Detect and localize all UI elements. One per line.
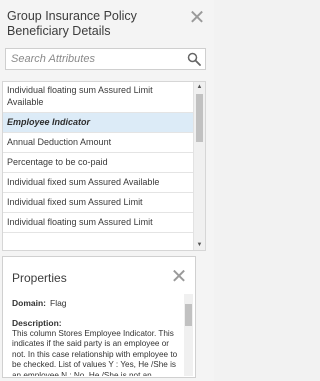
list-item[interactable]: Percentage to be co-paid — [3, 153, 194, 173]
list-item[interactable]: Individual floating sum Assured Limit Av… — [3, 82, 194, 113]
properties-title: Properties — [12, 271, 67, 285]
domain-row: Domain: Flag — [12, 298, 67, 308]
description-label: Description: — [12, 318, 62, 328]
list-item-selected[interactable]: Employee Indicator — [3, 113, 194, 133]
search-icon[interactable] — [187, 52, 201, 66]
list-item[interactable]: Individual floating sum Assured Limit — [3, 213, 194, 233]
scroll-up-icon[interactable]: ▲ — [194, 82, 205, 92]
description-text: This column Stores Employee Indicator. T… — [12, 329, 178, 376]
properties-body: Domain: Flag Description: This column Sto… — [4, 294, 194, 376]
close-icon[interactable]: ✕ — [187, 8, 207, 28]
list-item[interactable]: Individual fixed sum Assured Limit — [3, 193, 194, 213]
list-item[interactable]: Annual Deduction Amount — [3, 133, 194, 153]
properties-popup: Properties ✕ Domain: Flag Description: Th… — [2, 256, 196, 378]
attribute-list-items: Individual floating sum Assured Limit Av… — [3, 82, 194, 233]
search-input[interactable] — [6, 49, 179, 69]
list-scrollbar[interactable]: ▲ ▼ — [193, 82, 205, 250]
list-item[interactable]: Individual fixed sum Assured Available — [3, 173, 194, 193]
properties-close-icon[interactable]: ✕ — [170, 267, 188, 287]
domain-value: Flag — [50, 298, 67, 308]
scrollbar-thumb[interactable] — [196, 94, 203, 142]
panel-title: Group Insurance Policy Beneficiary Detai… — [7, 9, 137, 38]
properties-scrollbar[interactable] — [184, 294, 193, 376]
beneficiary-details-panel: Group Insurance Policy Beneficiary Detai… — [0, 0, 214, 381]
scroll-down-icon[interactable]: ▼ — [194, 240, 205, 250]
domain-label: Domain: — [12, 298, 46, 308]
properties-scrollbar-thumb[interactable] — [185, 304, 192, 326]
attribute-list: Individual floating sum Assured Limit Av… — [2, 81, 206, 251]
search-box — [5, 48, 206, 70]
